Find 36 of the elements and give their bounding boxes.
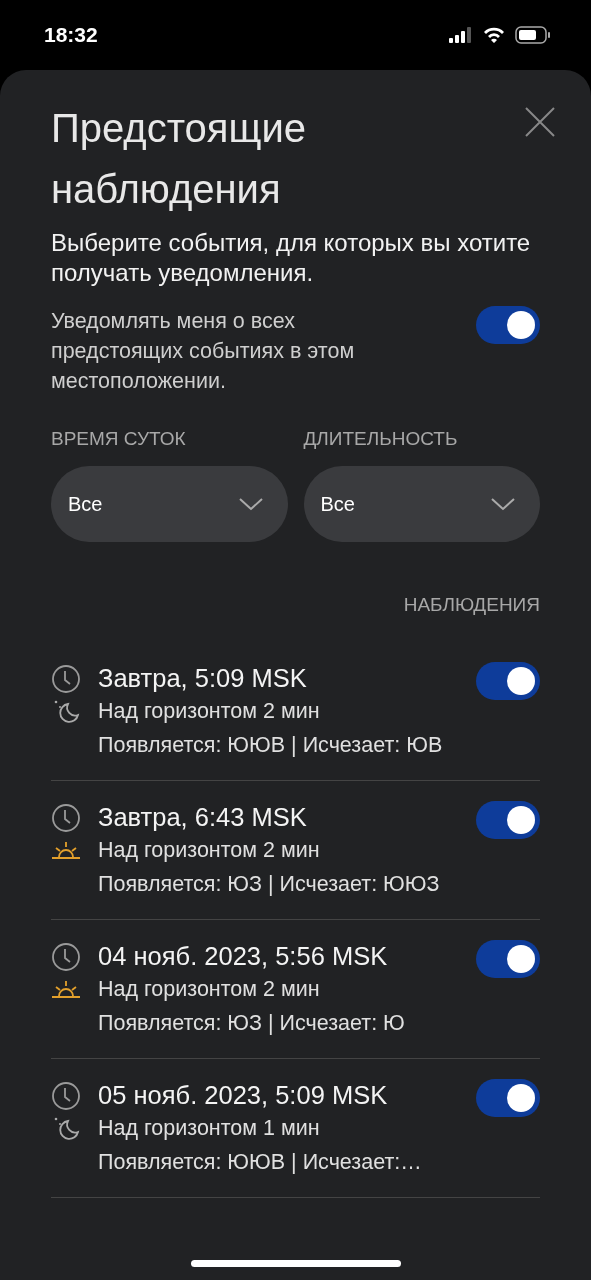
filter-dropdown[interactable]: Все <box>303 466 540 542</box>
event-duration: Над горизонтом 2 мин <box>98 837 321 864</box>
event-time: 04 нояб. 2023, 5:56 MSK <box>98 941 389 972</box>
clock-icon <box>51 1081 81 1111</box>
clock-icon <box>51 664 81 694</box>
sheet-title: Предстоящие наблюдения <box>51 105 307 213</box>
event-time: Завтра, 5:09 MSK <box>98 663 308 694</box>
event-time: Завтра, 6:43 MSK <box>98 802 308 833</box>
signal-icon <box>449 27 473 43</box>
toggle-switch[interactable] <box>476 1079 540 1117</box>
filter-label: ДЛИТЕЛЬНОСТЬ <box>303 428 459 450</box>
event-duration: Над горизонтом 2 мин <box>98 698 321 725</box>
toggle-switch[interactable] <box>476 801 540 839</box>
notify-all-label: Уведомлять меня о всех предстоящих событиях в этом местоположении. <box>51 308 356 395</box>
close-button[interactable] <box>524 106 556 138</box>
event-directions: Появляется: ЮЮВ | Исчезает:… <box>98 1149 423 1176</box>
battery-icon <box>515 26 551 44</box>
wifi-icon <box>483 27 505 43</box>
status-time: 18:32 <box>44 23 98 47</box>
chevron-down-icon <box>237 497 264 511</box>
toggle-switch[interactable] <box>476 662 540 700</box>
clock-icon <box>51 803 81 833</box>
event-duration: Над горизонтом 2 мин <box>98 976 321 1003</box>
event-duration: Над горизонтом 1 мин <box>98 1115 321 1142</box>
filter-label: ВРЕМЯ СУТОК <box>51 428 187 450</box>
event-directions: Появляется: ЮЗ | Исчезает: Ю <box>98 1010 406 1037</box>
filter-dropdown[interactable]: Все <box>51 466 288 542</box>
toggle-switch[interactable] <box>476 306 540 344</box>
toggle-switch[interactable] <box>476 940 540 978</box>
event-directions: Появляется: ЮЮВ | Исчезает: ЮВ <box>98 732 444 759</box>
clock-icon <box>51 942 81 972</box>
event-directions: Появляется: ЮЗ | Исчезает: ЮЮЗ <box>98 871 441 898</box>
sheet-subtitle: Выберите события, для которых вы хотите получать уведомления. <box>51 228 532 288</box>
section-label: НАБЛЮДЕНИЯ <box>403 594 540 616</box>
chevron-down-icon <box>490 497 516 511</box>
event-time: 05 нояб. 2023, 5:09 MSK <box>98 1080 389 1111</box>
